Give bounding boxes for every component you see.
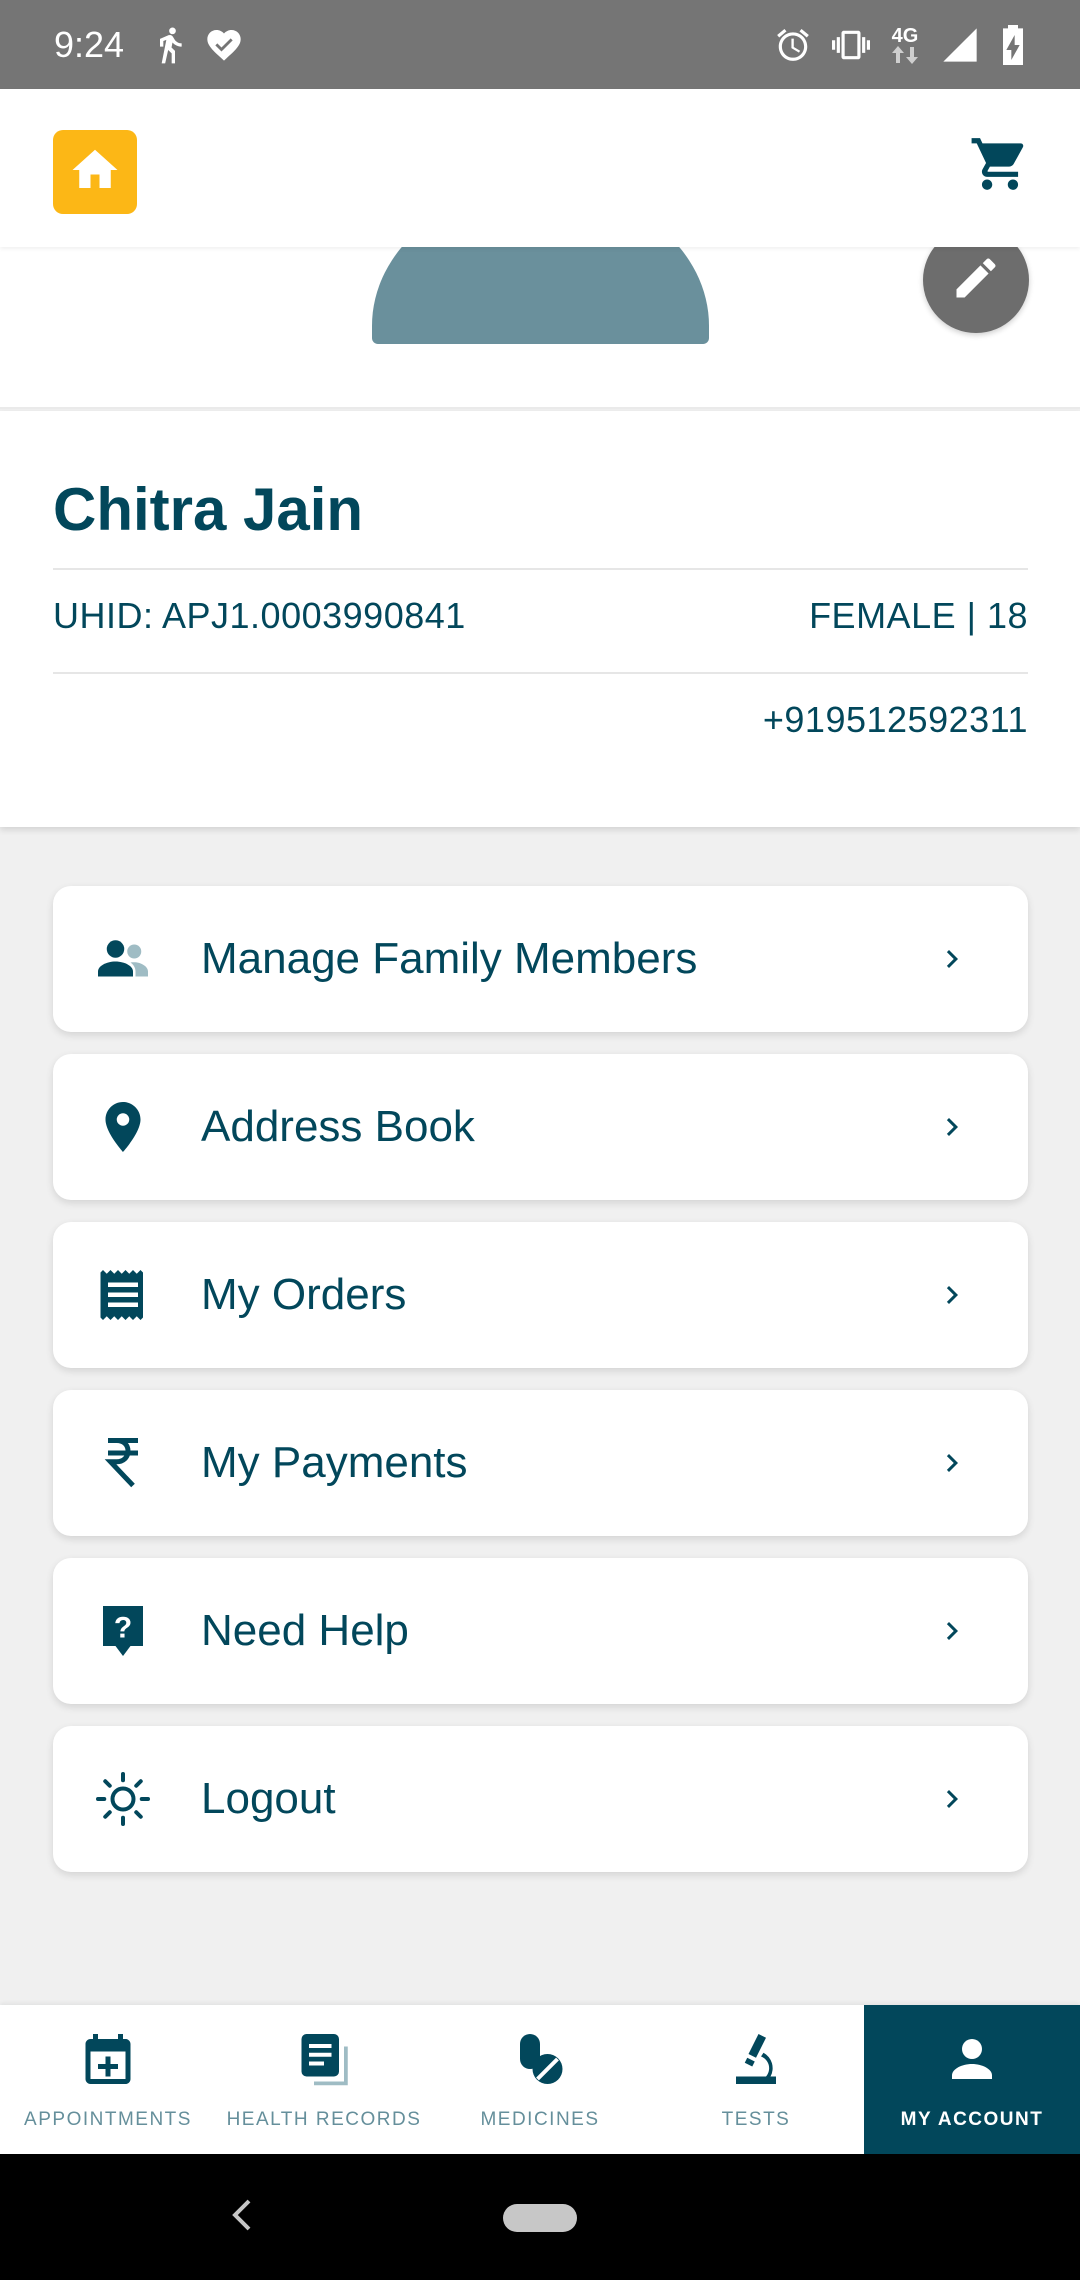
tab-label: APPOINTMENTS: [24, 2109, 192, 2130]
chevron-right-icon: [932, 1443, 972, 1483]
tab-health-records[interactable]: HEALTH RECORDS: [216, 2005, 432, 2154]
tab-label: MY ACCOUNT: [900, 2109, 1044, 2130]
home-pill-button[interactable]: [503, 2204, 577, 2232]
menu-item-label: My Orders: [201, 1270, 407, 1319]
tab-my-account[interactable]: MY ACCOUNT: [864, 2005, 1080, 2154]
tab-tests[interactable]: TESTS: [648, 2005, 864, 2154]
network-label: 4G: [891, 24, 919, 47]
menu-item-address-book[interactable]: Address Book: [53, 1054, 1028, 1200]
tab-label: TESTS: [721, 2109, 791, 2130]
chevron-right-icon: [932, 1611, 972, 1651]
avatar[interactable]: [372, 247, 709, 344]
heart-check-icon: [204, 25, 244, 65]
menu-item-label: Address Book: [201, 1102, 475, 1151]
profile-info-card: Chitra Jain UHID: APJ1.0003990841 FEMALE…: [0, 411, 1080, 827]
tab-medicines[interactable]: MEDICINES: [432, 2005, 648, 2154]
uhid-label: UHID: APJ1.0003990841: [53, 595, 466, 636]
status-right-icons: 4G: [774, 24, 1026, 65]
menu-item-my-orders[interactable]: My Orders: [53, 1222, 1028, 1368]
menu-item-logout[interactable]: Logout: [53, 1726, 1028, 1872]
cart-button[interactable]: [968, 134, 1032, 198]
home-button[interactable]: [53, 130, 137, 214]
menu-item-label: My Payments: [201, 1438, 468, 1487]
running-shoe-icon: [150, 25, 190, 65]
chevron-right-icon: [932, 1107, 972, 1147]
records-icon: [292, 2027, 356, 2091]
logout-icon: [93, 1769, 153, 1829]
status-left-icons: [150, 25, 244, 65]
gender-age-label: FEMALE | 18: [809, 595, 1028, 636]
tab-appointments[interactable]: APPOINTMENTS: [0, 2005, 216, 2154]
edit-profile-button[interactable]: [923, 247, 1029, 333]
vibrate-icon: [832, 26, 870, 64]
person-icon: [940, 2027, 1004, 2091]
profile-name: Chitra Jain: [53, 476, 364, 543]
chevron-right-icon: [932, 1779, 972, 1819]
cart-icon: [969, 133, 1031, 200]
account-menu: Manage Family Members Address Book My Or…: [53, 886, 1028, 1894]
tab-label: HEALTH RECORDS: [226, 2109, 422, 2130]
app-header: [0, 89, 1080, 247]
status-time: 9:24: [54, 23, 125, 65]
system-navigation-bar: [0, 2154, 1080, 2280]
menu-item-label: Need Help: [201, 1606, 409, 1655]
menu-item-manage-family-members[interactable]: Manage Family Members: [53, 886, 1028, 1032]
alarm-icon: [774, 26, 812, 64]
back-chevron-icon: [229, 2197, 253, 2238]
menu-item-label: Logout: [201, 1774, 336, 1823]
divider: [53, 672, 1028, 674]
home-icon: [68, 143, 122, 202]
phone-number: +919512592311: [762, 699, 1028, 740]
bottom-navigation: APPOINTMENTS HEALTH RECORDS MEDICINES TE…: [0, 2005, 1080, 2154]
profile-photo-area: [0, 247, 1080, 409]
rupee-icon: [93, 1433, 153, 1493]
family-icon: [93, 929, 153, 989]
back-button[interactable]: [226, 2194, 256, 2240]
pencil-icon: [950, 252, 1002, 309]
location-pin-icon: [93, 1097, 153, 1157]
chevron-right-icon: [932, 1275, 972, 1315]
help-icon: ?: [93, 1601, 153, 1661]
menu-item-my-payments[interactable]: My Payments: [53, 1390, 1028, 1536]
chevron-right-icon: [932, 939, 972, 979]
receipt-icon: [93, 1265, 153, 1325]
calendar-plus-icon: [76, 2027, 140, 2091]
divider: [53, 568, 1028, 570]
menu-item-label: Manage Family Members: [201, 934, 698, 983]
menu-item-need-help[interactable]: ? Need Help: [53, 1558, 1028, 1704]
pills-icon: [508, 2027, 572, 2091]
battery-charging-icon: [1000, 24, 1026, 65]
microscope-icon: [724, 2027, 788, 2091]
svg-text:?: ?: [114, 1611, 132, 1644]
status-bar: 9:24 4G: [0, 0, 1080, 89]
signal-icon: [940, 25, 980, 65]
tab-label: MEDICINES: [480, 2109, 600, 2130]
network-4g-icon: 4G: [890, 26, 920, 64]
